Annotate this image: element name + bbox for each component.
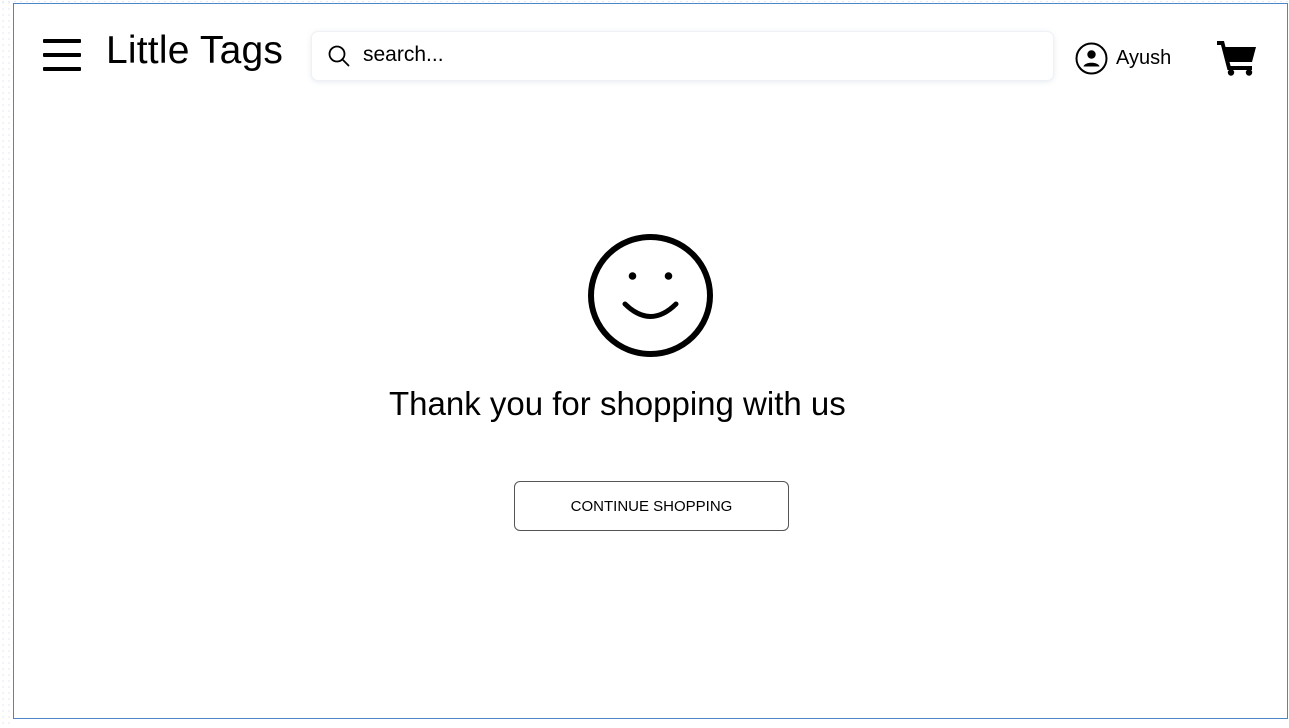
search-input[interactable] bbox=[363, 40, 1023, 70]
shopping-cart-icon[interactable] bbox=[1216, 38, 1258, 76]
search-icon bbox=[328, 45, 350, 67]
brand-logo-text[interactable]: Little Tags bbox=[106, 28, 283, 74]
canvas-grid-left bbox=[0, 0, 13, 728]
hamburger-menu-icon[interactable] bbox=[43, 37, 81, 74]
user-account-button[interactable]: Ayush bbox=[1075, 42, 1171, 75]
thank-you-message: Thank you for shopping with us bbox=[389, 385, 846, 422]
user-circle-icon bbox=[1075, 42, 1108, 75]
user-name: Ayush bbox=[1116, 47, 1172, 69]
continue-shopping-button[interactable]: CONTINUE SHOPPING bbox=[514, 481, 789, 531]
smiley-face-icon bbox=[588, 234, 713, 357]
search-bar[interactable] bbox=[312, 32, 1053, 80]
page-frame bbox=[13, 3, 1288, 719]
